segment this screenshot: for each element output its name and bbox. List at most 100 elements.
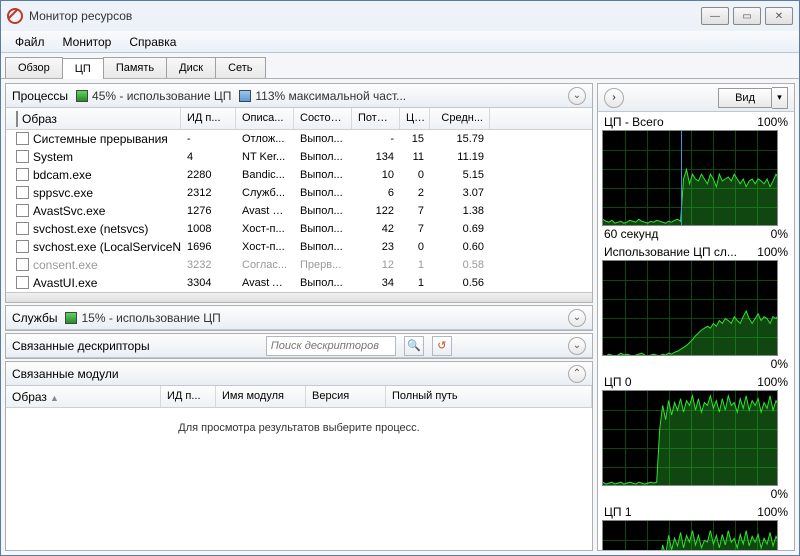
table-row[interactable]: svchost.exe (netsvcs)1008Хост-п...Выпол.… [6,220,592,238]
search-input[interactable] [266,336,396,356]
chart-bottom-right: 0% [771,357,788,371]
row-checkbox[interactable] [16,150,29,163]
view-dropdown-arrow[interactable]: ▾ [772,87,788,109]
col-desc[interactable]: Описа... [236,108,294,129]
chart-max: 100% [757,245,788,259]
processes-rows: Системные прерывания-Отлож...Выпол...-15… [6,130,592,292]
table-row[interactable]: AvastSvc.exe1276Avast S...Выпол...12271.… [6,202,592,220]
row-checkbox[interactable] [16,240,29,253]
minimize-button[interactable]: — [701,7,729,25]
col-threads[interactable]: Потоки [352,108,400,129]
table-row[interactable]: Системные прерывания-Отлож...Выпол...-15… [6,130,592,148]
table-row[interactable]: sppsvc.exe2312Служб...Выпол...623.07 [6,184,592,202]
blue-square-icon [239,90,251,102]
right-pane: › Вид ▾ ЦП - Всего100%60 секунд0%Использ… [597,83,795,551]
tab-cpu[interactable]: ЦП [62,58,104,79]
search-box [266,336,396,356]
col-modname[interactable]: Имя модуля [216,386,306,407]
row-checkbox[interactable] [16,258,29,271]
chart-bottom-right: 0% [771,227,788,241]
select-all-checkbox[interactable] [16,111,18,127]
scrollbar[interactable] [6,292,592,302]
chevron-down-icon[interactable]: ⌄ [568,309,586,327]
right-header: › Вид ▾ [598,84,794,112]
window: Монитор ресурсов — ▭ ✕ Файл Монитор Спра… [0,0,800,556]
row-checkbox[interactable] [16,186,29,199]
col-avg[interactable]: Средн... [430,108,490,129]
row-checkbox[interactable] [16,204,29,217]
handles-panel: Связанные дескрипторы 🔍 ↺ ⌄ [5,333,593,359]
chart-block: Использование ЦП сл... 100% 0% [602,244,790,372]
tab-network[interactable]: Сеть [215,57,265,78]
green-square-icon [76,90,88,102]
tab-memory[interactable]: Память [103,57,167,78]
chevron-up-icon[interactable]: ⌃ [568,365,586,383]
modules-empty-message: Для просмотра результатов выберите проце… [6,408,592,448]
chart-title: ЦП 0 [604,375,632,389]
tab-overview[interactable]: Обзор [5,57,63,78]
modules-panel: Связанные модули ⌃ Образ ▲ ИД п... Имя м… [5,361,593,551]
window-controls: — ▭ ✕ [701,7,793,25]
chart-title: ЦП 1 [604,505,632,519]
chart-title: ЦП - Всего [604,115,664,129]
row-checkbox[interactable] [16,222,29,235]
chevron-down-icon[interactable]: ⌄ [568,337,586,355]
chart-block: ЦП 1100%0% [602,504,790,550]
titlebar[interactable]: Монитор ресурсов — ▭ ✕ [1,1,799,31]
chart-max: 100% [757,375,788,389]
col-image[interactable]: Образ [6,108,181,129]
close-button[interactable]: ✕ [765,7,793,25]
content: Процессы 45% - использование ЦП 113% мак… [1,79,799,555]
tabbar: Обзор ЦП Память Диск Сеть [1,53,799,79]
window-title: Монитор ресурсов [29,9,701,23]
chevron-down-icon[interactable]: ⌄ [568,87,586,105]
row-checkbox[interactable] [16,132,29,145]
tab-disk[interactable]: Диск [166,57,216,78]
app-icon [7,8,23,24]
services-header[interactable]: Службы 15% - использование ЦП ⌄ [6,306,592,330]
services-title: Службы [12,311,57,325]
chart-title: Использование ЦП сл... [604,245,737,259]
search-button[interactable]: 🔍 [404,336,424,356]
col-fullpath[interactable]: Полный путь [386,386,592,407]
col-version[interactable]: Версия [306,386,386,407]
chart [602,390,778,486]
chart-max: 100% [757,115,788,129]
chevron-right-icon[interactable]: › [604,88,624,108]
processes-freq-stat: 113% максимальной част... [239,89,406,103]
green-square-icon [65,312,77,324]
modules-title: Связанные модули [12,367,119,381]
chart-block: ЦП 0100%0% [602,374,790,502]
left-pane: Процессы 45% - использование ЦП 113% мак… [5,83,593,551]
col-image[interactable]: Образ ▲ [6,386,161,407]
handles-header[interactable]: Связанные дескрипторы 🔍 ↺ ⌄ [6,334,592,358]
col-cpu[interactable]: Ц... [400,108,430,129]
search-clear-button[interactable]: ↺ [432,336,452,356]
menubar: Файл Монитор Справка [1,31,799,53]
charts-area: ЦП - Всего100%60 секунд0%Использование Ц… [598,112,794,550]
col-pid[interactable]: ИД п... [181,108,236,129]
processes-panel: Процессы 45% - использование ЦП 113% мак… [5,83,593,303]
table-row[interactable]: bdcam.exe2280Bandic...Выпол...1005.15 [6,166,592,184]
row-checkbox[interactable] [16,168,29,181]
modules-header[interactable]: Связанные модули ⌃ [6,362,592,386]
table-row[interactable]: System4NT Ker...Выпол...1341111.19 [6,148,592,166]
menu-help[interactable]: Справка [121,32,184,52]
processes-header[interactable]: Процессы 45% - использование ЦП 113% мак… [6,84,592,108]
modules-columns: Образ ▲ ИД п... Имя модуля Версия Полный… [6,386,592,408]
view-dropdown: Вид ▾ [718,87,788,109]
maximize-button[interactable]: ▭ [733,7,761,25]
processes-title: Процессы [12,89,68,103]
table-row[interactable]: AvastUI.exe3304Avast A...Выпол...3410.56 [6,274,592,292]
chart [602,520,778,550]
chart [602,130,778,226]
col-pid[interactable]: ИД п... [161,386,216,407]
table-row[interactable]: consent.exe3232Соглас...Прерв...1210.58 [6,256,592,274]
menu-file[interactable]: Файл [7,32,53,52]
menu-monitor[interactable]: Монитор [55,32,120,52]
table-row[interactable]: svchost.exe (LocalServiceNo...1696Хост-п… [6,238,592,256]
view-button[interactable]: Вид [718,88,772,108]
col-status[interactable]: Состоя... [294,108,352,129]
row-checkbox[interactable] [16,276,29,289]
handles-title: Связанные дескрипторы [12,339,150,353]
